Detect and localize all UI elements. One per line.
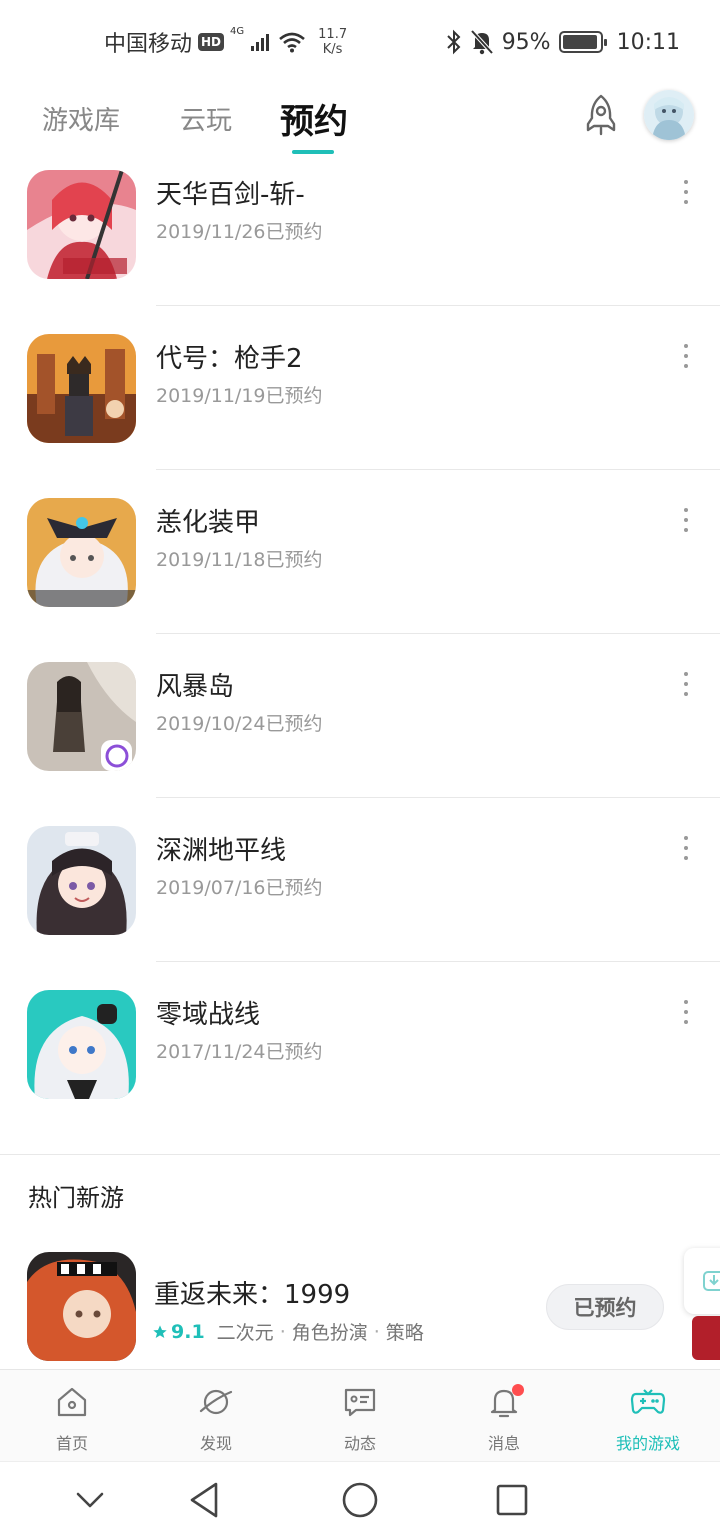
planet-icon (199, 1389, 233, 1415)
rating: 9.1 (152, 1321, 205, 1343)
game-icon-gunner2[interactable] (27, 334, 136, 443)
status-right: 95% 10:11 (446, 24, 680, 60)
signal-icon (251, 34, 270, 51)
more-options-icon[interactable] (676, 180, 696, 204)
back-icon[interactable] (186, 1480, 226, 1520)
reserve-date: 2017/11/24已预约 (156, 1041, 323, 1063)
home-icon (57, 1387, 87, 1417)
nav-label: 发现 (199, 1434, 232, 1453)
list-item[interactable]: 天华百剑-斩- 2019/11/26已预约 (0, 160, 720, 306)
more-options-icon[interactable] (676, 672, 696, 696)
more-options-icon[interactable] (676, 508, 696, 532)
more-options-icon[interactable] (676, 344, 696, 368)
hot-game-item[interactable]: 重返未来：1999 9.1 二次元 · 角色扮演 · 策略 已预约 (0, 1250, 720, 1364)
nav-label: 首页 (55, 1434, 88, 1453)
reserve-date: 2019/10/24已预约 (156, 713, 323, 735)
nav-label: 消息 (487, 1434, 520, 1453)
net-speed: 11.7 K/s (318, 27, 347, 57)
reserved-button[interactable]: 已预约 (546, 1284, 664, 1330)
hot-game-name: 重返未来：1999 (154, 1280, 351, 1310)
clock: 10:11 (616, 29, 680, 55)
feed-icon (344, 1388, 376, 1417)
tag: 二次元 (216, 1322, 274, 1344)
game-icon-tianhua[interactable] (27, 170, 136, 279)
tag: 策略 (385, 1322, 424, 1344)
top-tab-bar: 游戏库 云玩 预约 (0, 84, 720, 160)
hd-badge: HD (198, 33, 225, 51)
list-item[interactable]: 恙化装甲 2019/11/18已预约 (0, 470, 720, 634)
gamepad-icon (630, 1389, 666, 1414)
nav-feed[interactable]: 动态 (288, 1370, 432, 1462)
mute-bell-icon (470, 29, 494, 55)
game-name: 深渊地平线 (156, 836, 287, 866)
nav-discover[interactable]: 发现 (144, 1370, 288, 1462)
game-icon-zero-domain[interactable] (27, 990, 136, 1099)
game-icon-abyss-horizon[interactable] (27, 826, 136, 935)
reserve-date: 2019/11/26已预约 (156, 221, 323, 243)
nav-label: 我的游戏 (615, 1434, 680, 1453)
list-item[interactable]: 风暴岛 2019/10/24已预约 (0, 634, 720, 798)
reserve-date: 2019/11/19已预约 (156, 385, 323, 407)
bluetooth-icon (446, 29, 461, 55)
bottom-nav: 首页 发现 动态 消息 我的游戏 (0, 1369, 720, 1461)
user-avatar[interactable] (644, 90, 694, 140)
system-nav-bar (0, 1461, 720, 1540)
status-left: 中国移动 HD 4G 11.7 K/s (104, 24, 347, 60)
tag: 角色扮演 (291, 1322, 368, 1344)
game-icon-storm-island[interactable] (27, 662, 136, 771)
game-name: 代号：枪手2 (156, 344, 303, 374)
net-speed-unit: K/s (322, 42, 343, 57)
avatar-image (644, 90, 694, 140)
download-icon (703, 1271, 720, 1291)
carrier-name: 中国移动 (104, 32, 193, 57)
rocket-icon[interactable] (578, 92, 624, 138)
tab-cloud-play[interactable]: 云玩 (180, 100, 232, 137)
recents-icon[interactable] (492, 1480, 532, 1520)
nav-messages[interactable]: 消息 (432, 1370, 576, 1462)
nav-my-games[interactable]: 我的游戏 (576, 1370, 720, 1462)
chevron-down-icon[interactable] (70, 1480, 110, 1520)
reserve-date: 2019/07/16已预约 (156, 877, 323, 899)
list-item[interactable]: 代号：枪手2 2019/11/19已预约 (0, 306, 720, 470)
floating-game-thumbnail[interactable] (692, 1316, 720, 1360)
list-item[interactable]: 深渊地平线 2019/07/16已预约 (0, 798, 720, 962)
game-name: 恙化装甲 (156, 508, 261, 538)
hot-section-title: 热门新游 (28, 1184, 124, 1212)
section-divider (0, 1154, 720, 1155)
more-options-icon[interactable] (676, 836, 696, 860)
rating-value: 9.1 (171, 1320, 205, 1343)
battery-icon (558, 31, 607, 53)
tag-separator: · (279, 1320, 286, 1343)
tab-game-library[interactable]: 游戏库 (42, 100, 120, 137)
game-name: 天华百剑-斩- (156, 180, 305, 210)
game-icon-reverse1999[interactable] (27, 1252, 136, 1361)
reserve-date: 2019/11/18已预约 (156, 549, 323, 571)
tag-separator: · (373, 1320, 380, 1343)
battery-fill (562, 35, 597, 49)
nav-home[interactable]: 首页 (0, 1370, 144, 1462)
more-options-icon[interactable] (676, 1000, 696, 1024)
hot-game-meta: 9.1 二次元 · 角色扮演 · 策略 (152, 1318, 424, 1345)
tab-reservations[interactable]: 预约 (280, 94, 348, 143)
reservation-list: 天华百剑-斩- 2019/11/26已预约 代号：枪手2 2019/11/19已… (0, 160, 720, 1118)
active-tab-indicator (292, 150, 334, 154)
wifi-icon (279, 32, 305, 53)
game-name: 风暴岛 (156, 672, 235, 702)
nav-label: 动态 (343, 1434, 376, 1453)
status-bar: 中国移动 HD 4G 11.7 K/s 95% 10:11 (0, 0, 720, 84)
list-item[interactable]: 零域战线 2017/11/24已预约 (0, 962, 720, 1118)
game-icon-armor[interactable] (27, 498, 136, 607)
star-icon (153, 1324, 167, 1338)
game-name: 零域战线 (156, 1000, 261, 1030)
battery-percent: 95% (501, 29, 551, 55)
network-type: 4G (230, 26, 245, 37)
home-circle-icon[interactable] (340, 1480, 380, 1520)
floating-download-tab[interactable] (684, 1248, 720, 1314)
net-speed-value: 11.7 (318, 27, 348, 42)
unread-badge (512, 1384, 524, 1396)
